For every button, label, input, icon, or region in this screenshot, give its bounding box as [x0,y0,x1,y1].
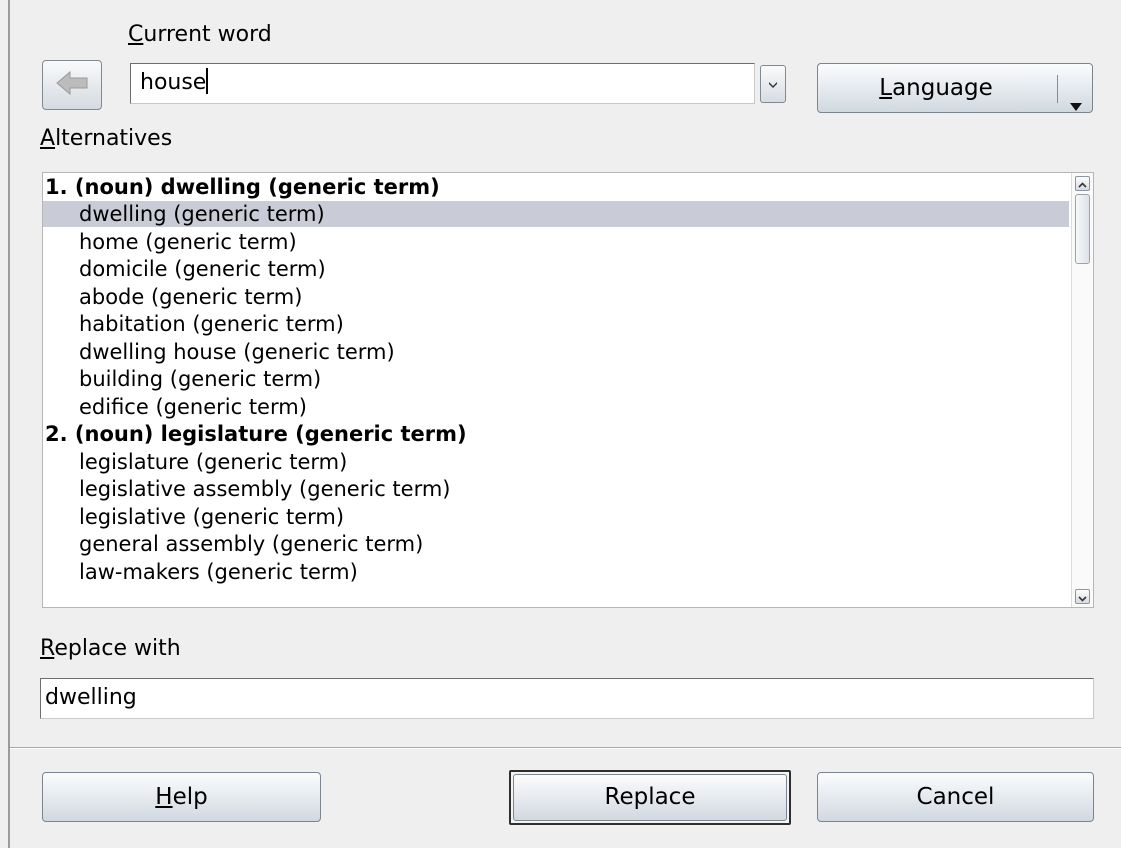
current-word-label-text: urrent word [143,22,272,47]
help-button[interactable]: Help [42,772,321,822]
alternatives-label: Alternatives [40,126,172,152]
chevron-down-icon [767,75,779,94]
replace-with-label-text: eplace with [54,636,181,661]
chevron-down-icon [1078,587,1087,606]
alternatives-list-item[interactable]: general assembly (generic term) [43,531,1069,557]
alternatives-list-item[interactable]: legislative assembly (generic term) [43,476,1069,502]
replace-with-input[interactable]: dwelling [40,678,1094,719]
scroll-down-button[interactable] [1075,589,1090,604]
alternatives-list-item[interactable]: habitation (generic term) [43,311,1069,337]
alternatives-list-item[interactable]: 2. (noun) legislature (generic term) [43,421,1069,447]
current-word-value: house [140,70,207,95]
current-word-label-accel: C [128,22,144,47]
cancel-button[interactable]: Cancel [817,772,1094,822]
text-caret [206,68,209,94]
button-row-divider [10,747,1121,749]
language-button-separator [1057,75,1058,103]
triangle-down-icon[interactable] [1069,82,1083,130]
language-button-accel: L [879,75,893,101]
alternatives-list-item[interactable]: dwelling (generic term) [43,201,1069,227]
help-button-text: elp [172,784,208,810]
alternatives-list-item[interactable]: building (generic term) [43,366,1069,392]
replace-with-label: Replace with [40,636,181,662]
current-word-label: Current word [128,22,272,48]
alternatives-label-text: lternatives [55,126,173,151]
alternatives-list-item[interactable]: law-makers (generic term) [43,559,1069,585]
language-button-text: anguage [892,75,993,101]
back-button[interactable] [42,60,102,110]
language-button[interactable]: Language [817,63,1093,113]
current-word-input[interactable]: house [130,63,755,104]
alternatives-list-item[interactable]: 1. (noun) dwelling (generic term) [43,174,1069,200]
chevron-up-icon [1078,174,1087,193]
alternatives-list[interactable]: 1. (noun) dwelling (generic term) dwelli… [42,172,1094,608]
alternatives-list-item[interactable]: dwelling house (generic term) [43,339,1069,365]
left-arrow-icon [55,70,89,100]
window-left-edge [8,0,10,848]
help-button-accel: H [155,784,173,810]
alternatives-list-item[interactable]: domicile (generic term) [43,256,1069,282]
alternatives-list-item[interactable]: home (generic term) [43,229,1069,255]
replace-button-label: Replace [513,774,787,821]
scrollbar-thumb[interactable] [1075,194,1090,264]
alternatives-list-item[interactable]: legislature (generic term) [43,449,1069,475]
replace-button[interactable]: Replace [509,770,791,825]
alternatives-scrollbar[interactable] [1071,173,1093,607]
alternatives-list-item[interactable]: edifice (generic term) [43,394,1069,420]
language-button-label: Language [818,64,1054,112]
scroll-up-button[interactable] [1075,176,1090,191]
alternatives-list-item[interactable]: abode (generic term) [43,284,1069,310]
current-word-dropdown-button[interactable] [760,65,786,103]
alternatives-list-item[interactable]: legislative (generic term) [43,504,1069,530]
replace-with-label-accel: R [40,636,55,661]
alternatives-label-accel: A [40,126,56,151]
